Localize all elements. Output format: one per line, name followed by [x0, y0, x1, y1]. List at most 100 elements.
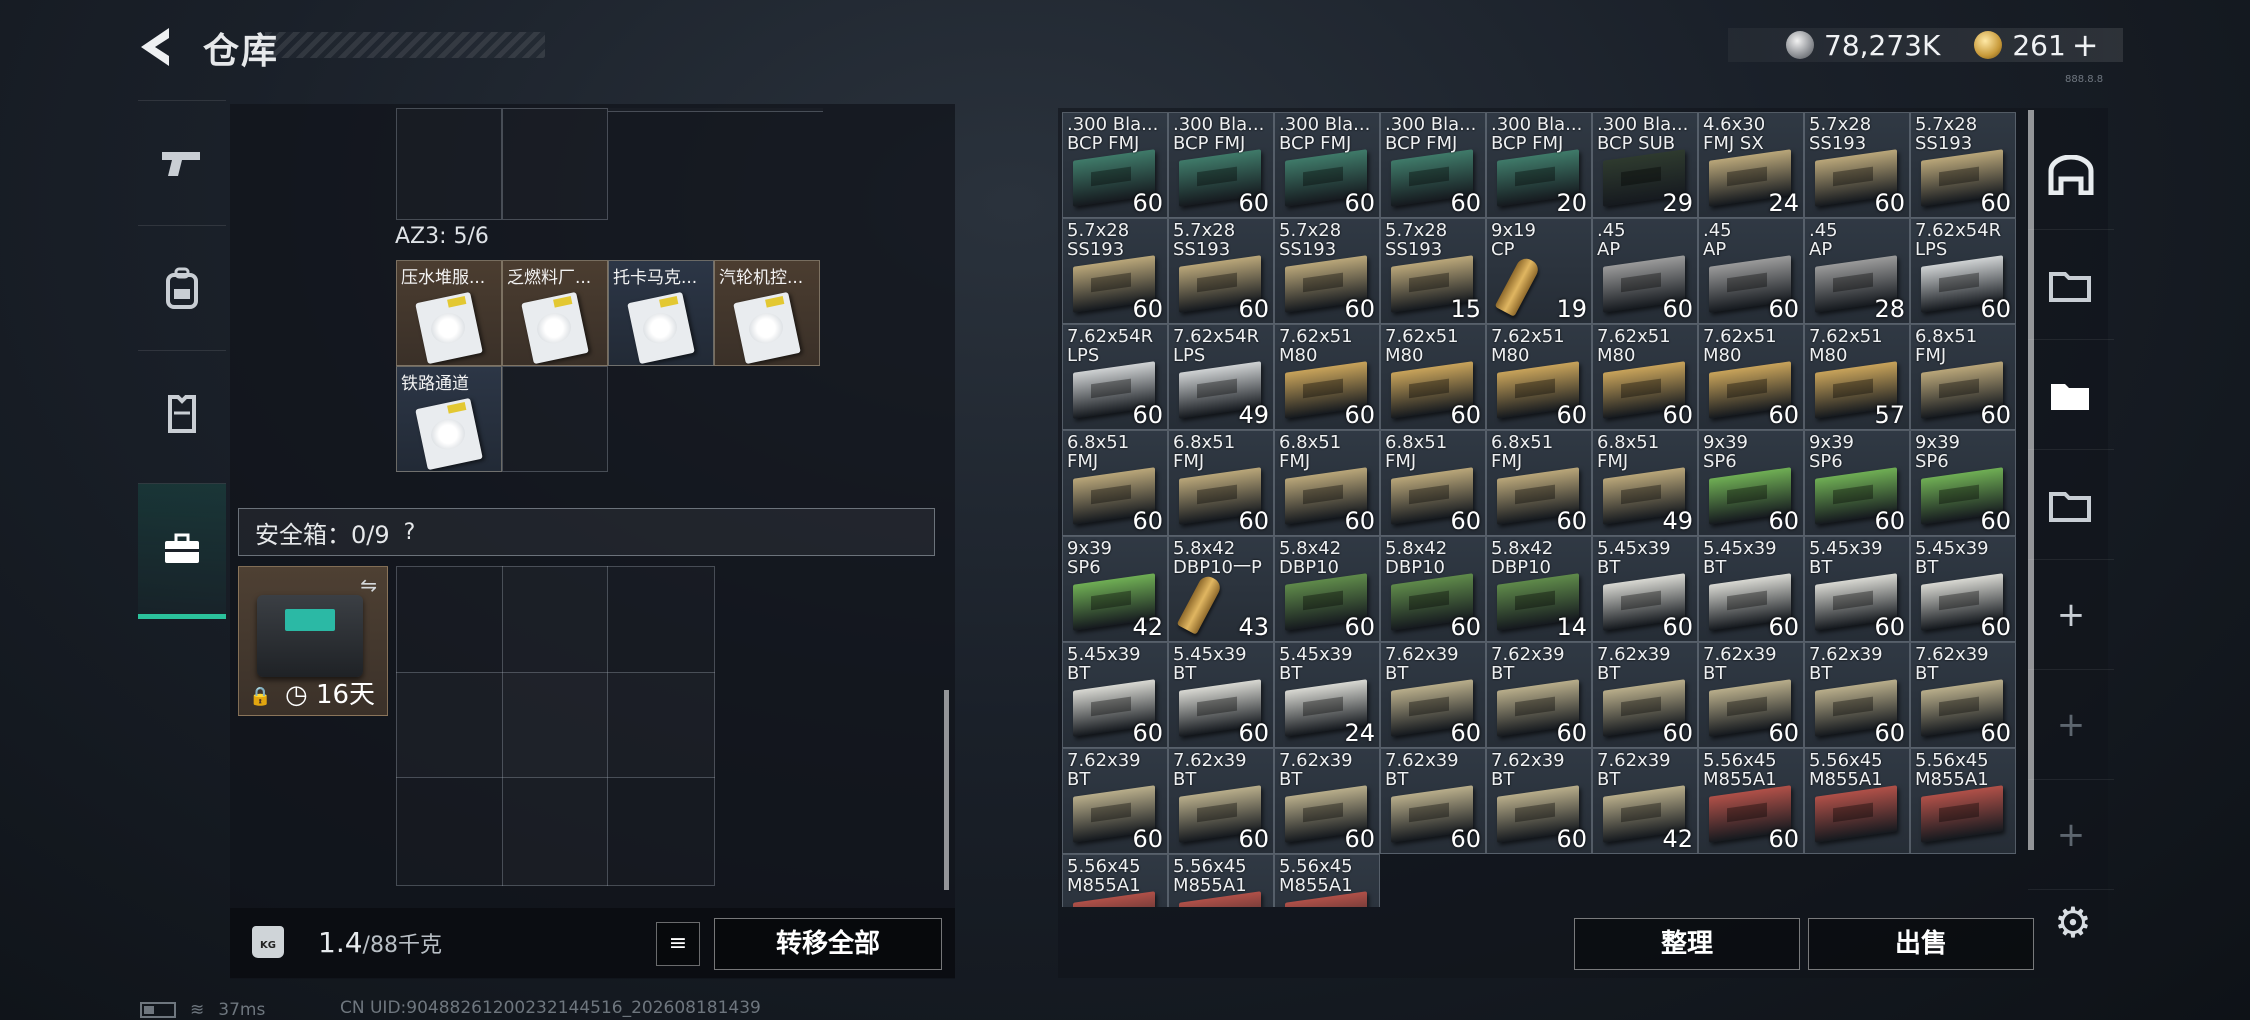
ammo-item[interactable]: 7.62x51 M80 60 [1592, 324, 1698, 430]
grid-cell[interactable] [502, 108, 608, 220]
tab-weapon[interactable] [138, 100, 226, 225]
ammo-item[interactable]: 5.45x39 BT 60 [1592, 536, 1698, 642]
az3-item[interactable]: 托卡马克... [608, 260, 714, 366]
add-stash-button[interactable]: + [2028, 560, 2114, 670]
safe-box-item[interactable]: ⇋ 🔒 ◷ 16天 [238, 566, 388, 716]
ammo-item[interactable]: 7.62x39 BT 60 [1274, 748, 1380, 854]
ammo-item[interactable]: 4.6x30 FMJ SX 24 [1698, 112, 1804, 218]
ammo-item[interactable]: 5.45x39 BT 60 [1910, 536, 2016, 642]
ammo-item[interactable]: 5.56x45 M855A1 60 [1698, 748, 1804, 854]
ammo-item[interactable]: 5.56x45 M855A1 [1274, 854, 1380, 907]
add-currency-button[interactable]: + [2072, 26, 2099, 64]
ammo-item[interactable]: 5.56x45 M855A1 [1804, 748, 1910, 854]
ammo-quantity: 57 [1874, 401, 1905, 429]
ammo-item[interactable]: 5.45x39 BT 60 [1698, 536, 1804, 642]
ammo-item[interactable]: 5.45x39 BT 60 [1168, 642, 1274, 748]
ammo-item[interactable]: 5.45x39 BT 24 [1274, 642, 1380, 748]
ammo-item[interactable]: 5.45x39 BT 60 [1062, 642, 1168, 748]
swap-icon[interactable]: ⇋ [360, 573, 377, 597]
ammo-item[interactable]: 9x39 SP6 42 [1062, 536, 1168, 642]
add-stash-button[interactable]: + [2028, 670, 2114, 780]
tab-stash-main[interactable] [2028, 120, 2114, 230]
grid-cell[interactable] [396, 108, 502, 220]
ammo-item[interactable]: 9x39 SP6 60 [1698, 430, 1804, 536]
tab-backpack[interactable] [138, 225, 226, 350]
ammo-item[interactable]: 7.62x39 BT 60 [1592, 642, 1698, 748]
ammo-item[interactable]: 7.62x39 BT 60 [1380, 642, 1486, 748]
ammo-item[interactable]: 7.62x39 BT 60 [1804, 642, 1910, 748]
ammo-item[interactable]: 5.7x28 SS193 60 [1168, 218, 1274, 324]
ammo-item[interactable]: 5.56x45 M855A1 [1062, 854, 1168, 907]
ammo-item[interactable]: 7.62x39 BT 60 [1062, 748, 1168, 854]
ammo-item[interactable]: .300 Bla... BCP FMJ 60 [1380, 112, 1486, 218]
ammo-item[interactable]: 7.62x51 M80 60 [1698, 324, 1804, 430]
ammo-item[interactable]: 7.62x51 M80 60 [1486, 324, 1592, 430]
tab-stash-2[interactable] [2028, 340, 2114, 450]
ammo-item[interactable]: 6.8x51 FMJ 60 [1062, 430, 1168, 536]
ammo-item[interactable]: .45 AP 60 [1592, 218, 1698, 324]
ammo-item[interactable]: 5.7x28 SS193 60 [1910, 112, 2016, 218]
ammo-quantity: 49 [1238, 401, 1269, 429]
ammo-item[interactable]: 5.45x39 BT 60 [1804, 536, 1910, 642]
ammo-item[interactable]: 7.62x39 BT 60 [1380, 748, 1486, 854]
help-button[interactable]: ? [404, 520, 416, 545]
tab-stash-3[interactable] [2028, 450, 2114, 560]
ammo-item[interactable]: 6.8x51 FMJ 60 [1486, 430, 1592, 536]
ammo-item[interactable]: .300 Bla... BCP FMJ 60 [1168, 112, 1274, 218]
ammo-item[interactable]: 7.62x54R LPS 60 [1062, 324, 1168, 430]
ammo-item[interactable]: 6.8x51 FMJ 49 [1592, 430, 1698, 536]
az3-item[interactable]: 汽轮机控... [714, 260, 820, 366]
sell-button[interactable]: 出售 [1808, 918, 2034, 970]
az3-item[interactable]: 乏燃料厂... [502, 260, 608, 366]
ammo-item[interactable]: 5.7x28 SS193 60 [1804, 112, 1910, 218]
ammo-item[interactable]: 7.62x39 BT 60 [1910, 642, 2016, 748]
ammo-item[interactable]: 7.62x54R LPS 60 [1910, 218, 2016, 324]
ammo-item[interactable]: 5.7x28 SS193 15 [1380, 218, 1486, 324]
ammo-item[interactable]: 7.62x39 BT 60 [1698, 642, 1804, 748]
ammo-item[interactable]: 5.8x42 DBP10 14 [1486, 536, 1592, 642]
ammo-item[interactable]: 7.62x51 M80 60 [1274, 324, 1380, 430]
ammo-item[interactable]: 5.56x45 M855A1 [1168, 854, 1274, 907]
ammo-item[interactable]: 9x19 CP 19 [1486, 218, 1592, 324]
ammo-item[interactable]: 7.62x51 M80 57 [1804, 324, 1910, 430]
az3-item[interactable]: 压水堆服... [396, 260, 502, 366]
settings-gear-icon[interactable]: ⚙ [2050, 900, 2096, 946]
ammo-item[interactable]: .300 Bla... BCP SUB 29 [1592, 112, 1698, 218]
ammo-item[interactable]: 5.8x42 DBP10一P 43 [1168, 536, 1274, 642]
ammo-item[interactable]: 5.56x45 M855A1 [1910, 748, 2016, 854]
ammo-item[interactable]: 5.8x42 DBP10 60 [1380, 536, 1486, 642]
ammo-item[interactable]: 5.7x28 SS193 60 [1062, 218, 1168, 324]
ammo-item[interactable]: .300 Bla... BCP FMJ 20 [1486, 112, 1592, 218]
ammo-item[interactable]: 5.7x28 SS193 60 [1274, 218, 1380, 324]
ammo-item[interactable]: 7.62x39 BT 60 [1486, 748, 1592, 854]
ammo-item[interactable]: .300 Bla... BCP FMJ 60 [1062, 112, 1168, 218]
az3-item[interactable]: 铁路通道 [396, 366, 502, 472]
ammo-item[interactable]: 6.8x51 FMJ 60 [1380, 430, 1486, 536]
item-name: 托卡马克... [613, 268, 698, 288]
transfer-all-button[interactable]: 转移全部 [714, 918, 942, 970]
ammo-quantity: 60 [1132, 507, 1163, 535]
ammo-item[interactable]: 6.8x51 FMJ 60 [1168, 430, 1274, 536]
ammo-item[interactable]: 9x39 SP6 60 [1804, 430, 1910, 536]
ammo-item[interactable]: 7.62x39 BT 60 [1168, 748, 1274, 854]
add-stash-button[interactable]: + [2028, 780, 2114, 890]
tab-safe-box[interactable] [138, 483, 226, 619]
ammo-item[interactable]: 6.8x51 FMJ 60 [1274, 430, 1380, 536]
ammo-item[interactable]: 9x39 SP6 60 [1910, 430, 2016, 536]
ammo-item[interactable]: 5.8x42 DBP10 60 [1274, 536, 1380, 642]
organize-button[interactable]: 整理 [1574, 918, 1800, 970]
tab-stash-1[interactable] [2028, 230, 2114, 340]
ammo-item[interactable]: 6.8x51 FMJ 60 [1910, 324, 2016, 430]
ammo-item[interactable]: 7.62x54R LPS 49 [1168, 324, 1274, 430]
tab-vest[interactable] [138, 350, 226, 475]
ammo-item[interactable]: .45 AP 60 [1698, 218, 1804, 324]
ammo-item[interactable]: .45 AP 28 [1804, 218, 1910, 324]
ammo-item[interactable]: .300 Bla... BCP FMJ 60 [1274, 112, 1380, 218]
back-button[interactable] [135, 24, 181, 70]
empty-slot[interactable] [502, 366, 608, 472]
list-view-button[interactable]: ≡ [656, 922, 700, 966]
left-scrollbar[interactable] [944, 690, 949, 890]
ammo-item[interactable]: 7.62x51 M80 60 [1380, 324, 1486, 430]
ammo-item[interactable]: 7.62x39 BT 42 [1592, 748, 1698, 854]
ammo-item[interactable]: 7.62x39 BT 60 [1486, 642, 1592, 748]
